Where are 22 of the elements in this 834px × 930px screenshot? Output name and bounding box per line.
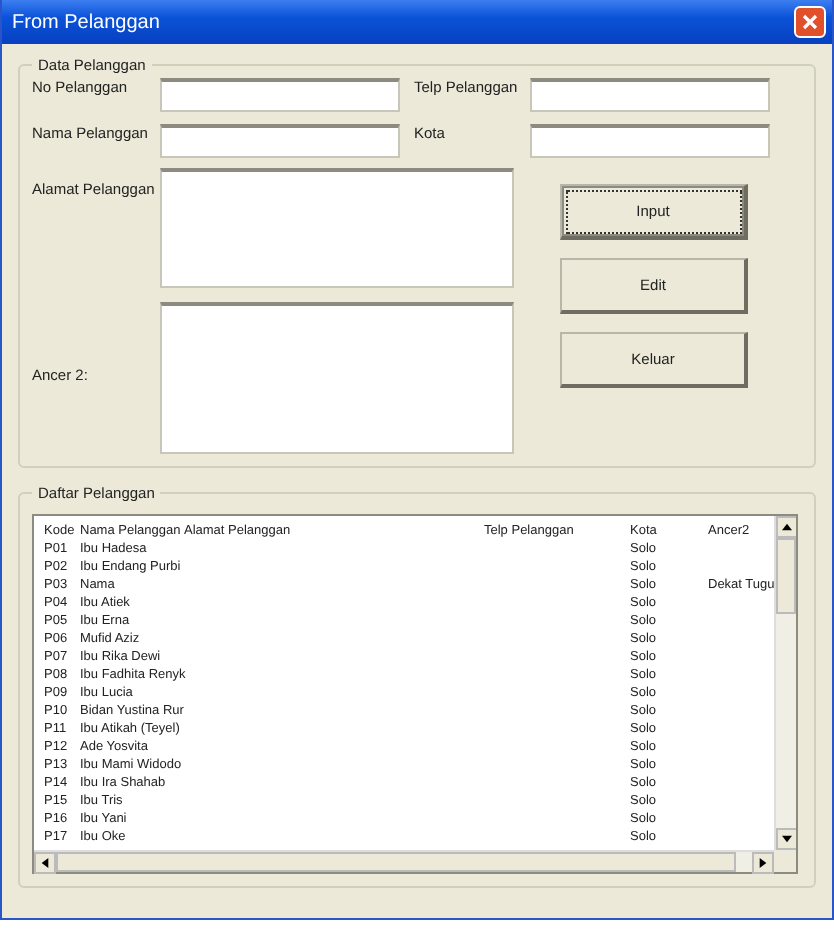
vertical-scrollbar[interactable] (774, 516, 796, 850)
down-arrow-icon (782, 834, 792, 844)
input-field[interactable] (530, 124, 770, 158)
input-field[interactable] (530, 78, 770, 112)
scroll-left-button[interactable] (34, 851, 56, 873)
scrollbar-corner (774, 850, 796, 872)
scroll-thumb[interactable] (776, 538, 796, 614)
left-arrow-icon (40, 857, 50, 867)
input-field[interactable] (160, 78, 400, 112)
scroll-up-button[interactable] (776, 516, 796, 538)
text-area[interactable] (160, 302, 514, 454)
horizontal-scrollbar[interactable] (34, 850, 774, 872)
up-arrow-icon (782, 522, 792, 532)
right-arrow-icon (758, 857, 768, 867)
scroll-right-button[interactable] (752, 851, 774, 873)
scroll-down-button[interactable] (776, 828, 796, 850)
close-button[interactable] (794, 6, 826, 38)
window-title: From Pelanggan (12, 11, 160, 33)
input-field[interactable] (160, 124, 400, 158)
scroll-thumb[interactable] (56, 852, 736, 872)
close-icon (802, 14, 818, 30)
text-area[interactable] (160, 168, 514, 288)
